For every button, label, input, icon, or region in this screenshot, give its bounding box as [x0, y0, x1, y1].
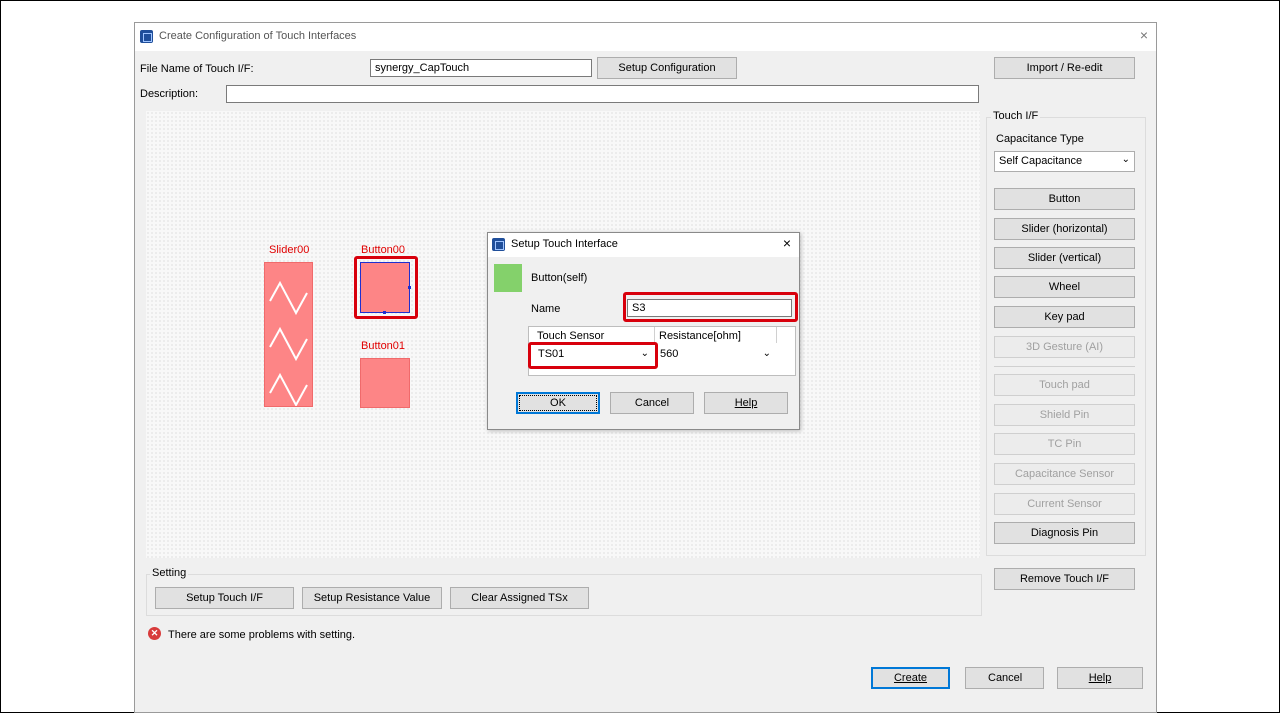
slider-element[interactable]	[264, 262, 313, 408]
button01-element[interactable]	[360, 358, 410, 408]
create-button[interactable]: Create	[871, 667, 950, 689]
capacitance-type-select[interactable]: Self Capacitance ⌄	[994, 151, 1135, 172]
clear-assigned-tsx-button[interactable]: Clear Assigned TSx	[450, 587, 589, 609]
app-icon	[140, 30, 153, 43]
chevron-down-icon: ⌄	[1121, 154, 1130, 165]
title-bar: Create Configuration of Touch Interfaces…	[135, 23, 1156, 51]
file-name-input[interactable]: synergy_CapTouch	[370, 59, 592, 77]
touch-if-button-tc-pin: TC Pin	[994, 433, 1135, 455]
dialog-ok-button[interactable]: OK	[516, 392, 600, 414]
error-icon: ✕	[148, 627, 161, 640]
col-sensor-label: Touch Sensor	[537, 330, 605, 342]
slider-wave-icon	[269, 280, 308, 408]
help-button[interactable]: Help	[1057, 667, 1143, 689]
import-reedit-button[interactable]: Import / Re-edit	[994, 57, 1135, 79]
description-label: Description:	[140, 88, 199, 100]
touch-if-button-slider-horizontal[interactable]: Slider (horizontal)	[994, 218, 1135, 240]
description-input[interactable]	[226, 85, 979, 103]
type-swatch	[494, 264, 522, 292]
dialog-help-button[interactable]: Help	[704, 392, 788, 414]
dialog-type-label: Button(self)	[531, 272, 588, 284]
resistance-value: 560	[660, 348, 679, 360]
button00-label: Button00	[361, 244, 406, 256]
remove-touch-if-button[interactable]: Remove Touch I/F	[994, 568, 1135, 590]
highlight-name	[623, 292, 798, 322]
close-icon[interactable]: ×	[1140, 27, 1148, 43]
highlight-sensor	[528, 342, 658, 369]
dialog-title: Setup Touch Interface	[511, 238, 618, 250]
help-button-label: Help	[1088, 672, 1112, 684]
resistance-select[interactable]: 560 ⌄	[656, 345, 775, 364]
setup-resistance-button[interactable]: Setup Resistance Value	[302, 587, 442, 609]
create-button-label: Create	[893, 672, 928, 684]
grid-header-resistance: Resistance[ohm]	[655, 327, 777, 343]
grid-header-sensor: Touch Sensor	[529, 327, 655, 343]
capacitance-type-label: Capacitance Type	[996, 133, 1084, 145]
dialog-help-label: Help	[734, 397, 758, 409]
setting-group-label: Setting	[150, 567, 189, 579]
chevron-down-icon: ⌄	[762, 348, 771, 359]
button01-label: Button01	[361, 340, 406, 352]
touch-if-group-label: Touch I/F	[991, 110, 1041, 122]
file-name-label: File Name of Touch I/F:	[140, 63, 254, 75]
touch-if-button-button[interactable]: Button	[994, 188, 1135, 210]
touch-if-button-capacitance-sensor: Capacitance Sensor	[994, 463, 1135, 485]
setup-configuration-button[interactable]: Setup Configuration	[597, 57, 737, 79]
touch-if-button-wheel[interactable]: Wheel	[994, 276, 1135, 298]
touch-if-button-key-pad[interactable]: Key pad	[994, 306, 1135, 328]
window-title: Create Configuration of Touch Interfaces	[159, 30, 357, 42]
dialog-close-icon[interactable]: ×	[783, 235, 791, 251]
cancel-button[interactable]: Cancel	[965, 667, 1044, 689]
touch-if-button-current-sensor: Current Sensor	[994, 493, 1135, 515]
touch-if-button-diagnosis-pin[interactable]: Diagnosis Pin	[994, 522, 1135, 544]
touch-if-button-shield-pin: Shield Pin	[994, 404, 1135, 426]
dialog-app-icon	[492, 238, 505, 251]
slider-label: Slider00	[269, 244, 310, 256]
name-label: Name	[531, 303, 561, 315]
setup-touch-interface-dialog: Setup Touch Interface × Button(self) Nam…	[487, 232, 800, 430]
touch-if-button-touch-pad: Touch pad	[994, 374, 1135, 396]
capacitance-type-value: Self Capacitance	[999, 155, 1083, 167]
highlight-button00	[354, 256, 418, 319]
dialog-cancel-button[interactable]: Cancel	[610, 392, 694, 414]
setup-touch-if-button[interactable]: Setup Touch I/F	[155, 587, 294, 609]
col-resistance-label: Resistance[ohm]	[659, 330, 741, 342]
dialog-title-bar: Setup Touch Interface ×	[488, 233, 799, 257]
touch-if-button-3d-gesture-ai: 3D Gesture (AI)	[994, 336, 1135, 358]
status-message: There are some problems with setting.	[168, 629, 356, 641]
touch-if-button-slider-vertical[interactable]: Slider (vertical)	[994, 247, 1135, 269]
touch-if-separator	[994, 366, 1135, 367]
